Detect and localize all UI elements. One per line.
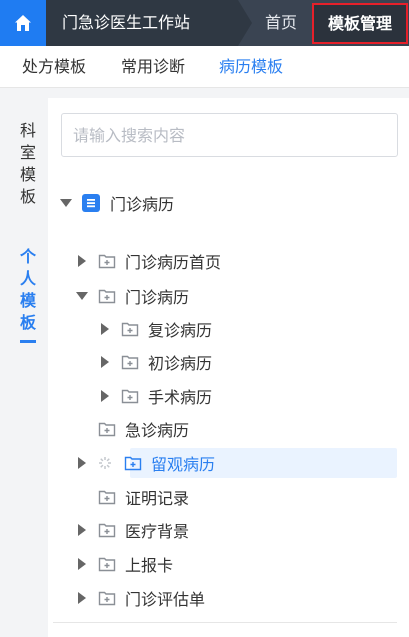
sidetab-dept-template[interactable]: 科室模板 xyxy=(8,120,48,208)
sidetab-personal-label: 个人模板 xyxy=(20,247,37,332)
sub-tabs: 处方模板 常用诊断 病历模板 xyxy=(0,46,409,88)
template-folder-icon xyxy=(121,389,139,404)
sidetab-personal-template[interactable]: 个人模板 xyxy=(8,246,48,343)
caret-right-icon[interactable] xyxy=(101,390,109,402)
caret-right-icon[interactable] xyxy=(78,457,86,469)
caret-down-icon[interactable] xyxy=(60,199,72,207)
caret-right-icon[interactable] xyxy=(78,255,86,267)
tree-item-label: 医疗背景 xyxy=(125,522,190,541)
template-folder-icon xyxy=(98,557,116,572)
template-folder-icon xyxy=(98,422,116,437)
template-folder-icon xyxy=(98,254,116,269)
home-icon xyxy=(15,15,31,31)
caret-right-icon[interactable] xyxy=(78,558,86,570)
tree-item-label: 门诊病历 xyxy=(125,288,190,307)
template-folder-icon xyxy=(121,355,139,370)
tree-item[interactable]: 门诊评估单 xyxy=(76,584,205,612)
tree-item[interactable]: 复诊病历 xyxy=(99,315,212,343)
caret-right-icon[interactable] xyxy=(101,323,109,335)
tab-common-diagnosis[interactable]: 常用诊断 xyxy=(121,46,185,88)
tab-medical-record-template[interactable]: 病历模板 xyxy=(219,46,283,88)
tree-item[interactable]: 医疗背景 xyxy=(76,516,189,544)
tree-item-label: 初诊病历 xyxy=(148,354,213,373)
home-button[interactable] xyxy=(0,0,46,46)
caret-right-icon[interactable] xyxy=(101,356,109,368)
tree-item[interactable]: 门诊病历首页 xyxy=(76,247,221,275)
active-indicator xyxy=(20,340,36,343)
tree-item-label: 留观病历 xyxy=(151,455,216,474)
tree-item-label: 手术病历 xyxy=(148,388,213,407)
tab-prescription-template[interactable]: 处方模板 xyxy=(22,46,86,88)
template-folder-icon xyxy=(98,289,116,304)
template-folder-icon xyxy=(98,523,116,538)
tree-item[interactable]: 留观病历 xyxy=(76,449,215,477)
loading-icon xyxy=(99,457,111,469)
template-tree-panel: 门诊病历 门诊病历首页门诊病历复诊病历初诊病历手术病历急诊病历留观病历证明记录医… xyxy=(48,98,409,637)
tree-item-label: 证明记录 xyxy=(125,489,190,508)
tree-item[interactable]: 手术病历 xyxy=(99,382,212,410)
tree-item[interactable]: 急诊病历 xyxy=(76,415,189,443)
tree-item[interactable]: 门诊病历 xyxy=(76,282,189,310)
nav-home-tab[interactable]: 首页 xyxy=(265,0,297,46)
nav-template-manage-tab[interactable]: 模板管理 xyxy=(312,3,408,44)
top-bar: 门急诊医生工作站 首页 模板管理 xyxy=(0,0,409,46)
record-book-icon xyxy=(82,194,100,212)
template-folder-icon xyxy=(98,591,116,606)
template-folder-icon xyxy=(98,490,116,505)
side-tabs: 科室模板 个人模板 xyxy=(8,98,48,637)
caret-right-icon[interactable] xyxy=(78,592,86,604)
tree-item[interactable]: 初诊病历 xyxy=(99,348,212,376)
tree-item-label: 门诊病历首页 xyxy=(125,253,222,272)
tree-item-label: 上报卡 xyxy=(125,556,174,575)
template-folder-icon xyxy=(124,456,142,471)
tree-item-label: 复诊病历 xyxy=(148,321,213,340)
template-folder-icon xyxy=(121,322,139,337)
tree-item[interactable]: 上报卡 xyxy=(76,550,173,578)
sidetab-dept-label: 科室模板 xyxy=(20,121,37,206)
search-input[interactable] xyxy=(61,113,398,157)
caret-down-icon[interactable] xyxy=(76,292,88,300)
tree-root-label: 门诊病历 xyxy=(110,195,175,214)
caret-right-icon[interactable] xyxy=(78,524,86,536)
tree-item-label: 门诊评估单 xyxy=(125,590,206,609)
tree-item[interactable]: 证明记录 xyxy=(76,483,189,511)
tree-item-label: 急诊病历 xyxy=(125,421,190,440)
tree-root[interactable]: 门诊病历 xyxy=(60,189,174,217)
app-title: 门急诊医生工作站 xyxy=(46,0,252,46)
divider xyxy=(53,622,397,623)
